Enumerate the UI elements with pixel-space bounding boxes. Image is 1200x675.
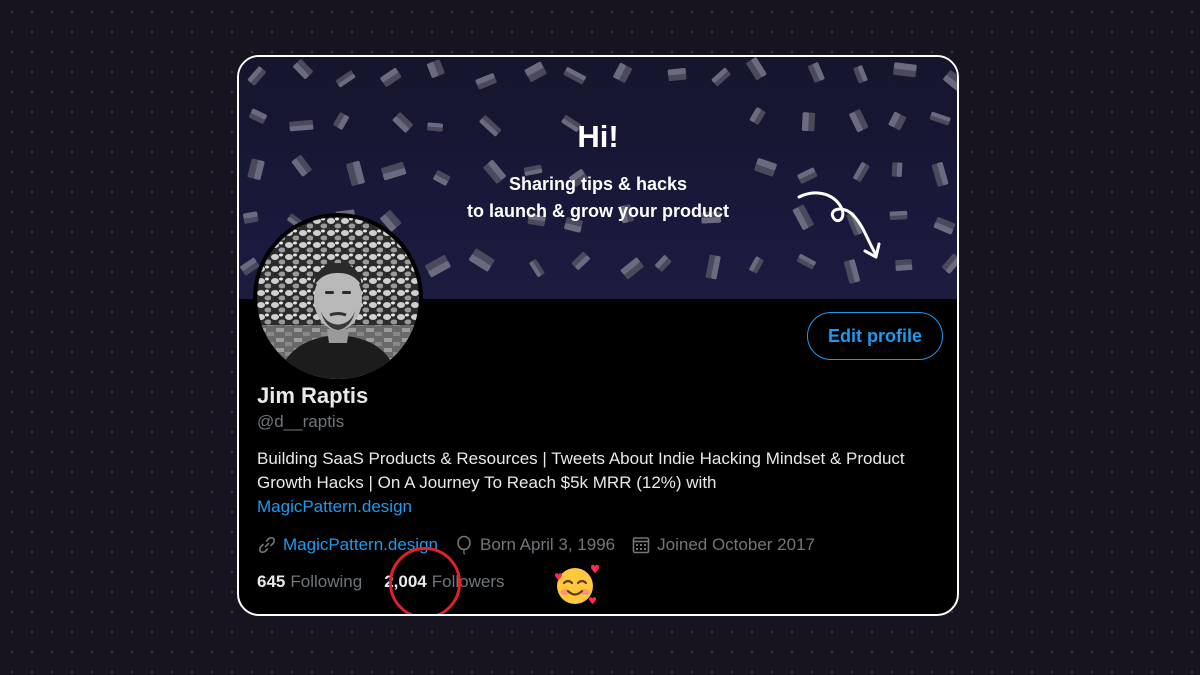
profile-stats: 645 Following 2,004 Followers: [257, 570, 504, 594]
banner-pattern-shape: [335, 70, 356, 88]
link-icon: [259, 537, 275, 553]
banner-pattern-shape: [427, 59, 445, 78]
joined-item: Joined October 2017: [631, 535, 815, 555]
profile-card: Hi! Sharing tips & hacks to launch & gro…: [237, 55, 959, 616]
banner-pattern-shape: [571, 251, 590, 270]
banner-greeting: Hi!: [577, 119, 619, 154]
banner-pattern-shape: [895, 259, 913, 271]
bio-text: Building SaaS Products & Resources | Twe…: [257, 449, 905, 492]
birthday-text: Born April 3, 1996: [479, 535, 616, 554]
calendar-icon: [632, 537, 650, 554]
banner-pattern-shape: [711, 68, 731, 87]
profile-meta: MagicPattern.design Born April 3, 1996 J…: [257, 533, 831, 557]
banner-pattern-shape: [808, 62, 825, 83]
avatar[interactable]: [253, 213, 423, 383]
banner-pattern-shape: [247, 66, 266, 86]
bio-link[interactable]: MagicPattern.design: [257, 495, 927, 519]
banner-pattern-shape: [524, 61, 547, 82]
curly-arrow-icon: [797, 191, 881, 259]
banner-pattern-shape: [620, 257, 644, 280]
birthday-item: Born April 3, 1996: [454, 535, 615, 555]
profile-handle: @d__raptis: [257, 412, 345, 431]
smiling-face-with-hearts-icon: [555, 564, 599, 605]
following-count: 645: [257, 572, 286, 591]
banner-pattern-shape: [475, 73, 497, 90]
banner-pattern-shape: [613, 62, 632, 83]
banner-pattern-shape: [425, 255, 451, 278]
banner-pattern-shape: [667, 68, 687, 82]
banner-pattern-shape: [380, 68, 402, 87]
banner-pattern-shape: [749, 256, 764, 274]
banner-pattern-shape: [943, 70, 957, 92]
joined-text: Joined October 2017: [657, 535, 815, 554]
following-link[interactable]: 645 Following: [257, 572, 362, 592]
profile-bio: Building SaaS Products & Resources | Twe…: [257, 447, 927, 519]
banner-pattern-shape: [563, 67, 586, 85]
banner-pattern-shape: [705, 254, 721, 280]
banner-pattern-shape: [655, 255, 672, 272]
balloon-icon: [457, 535, 471, 555]
banner-pattern-shape: [293, 59, 313, 79]
banner-pattern-shape: [942, 253, 957, 274]
following-label: Following: [290, 572, 363, 591]
followers-highlight-circle: [389, 547, 461, 614]
banner-pattern-shape: [746, 57, 767, 81]
banner-pattern-shape: [893, 62, 917, 78]
banner-pattern-shape: [853, 65, 868, 84]
banner-pattern-shape: [529, 259, 545, 277]
profile-name: Jim Raptis: [257, 383, 369, 408]
banner-pattern-shape: [469, 248, 495, 272]
edit-profile-button[interactable]: Edit profile: [807, 312, 943, 360]
